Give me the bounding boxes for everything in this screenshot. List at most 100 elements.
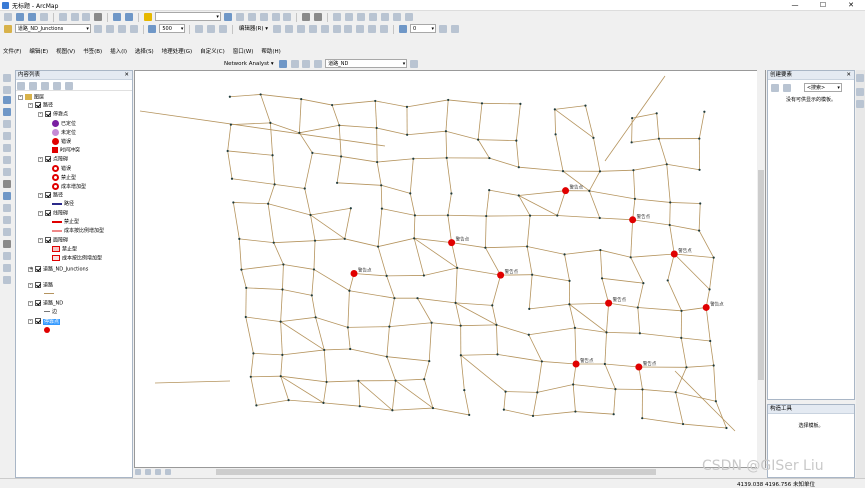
data-view-icon[interactable]	[135, 469, 141, 475]
layers-node[interactable]: -图层	[18, 94, 44, 102]
stop-point[interactable]	[629, 216, 636, 223]
refresh-icon[interactable]	[155, 469, 161, 475]
toc-close-icon[interactable]: ✕	[124, 71, 129, 80]
georef-combo[interactable]: 0	[410, 24, 436, 33]
topology-icon[interactable]	[309, 25, 317, 33]
menu-edit[interactable]: 编辑(E)	[29, 46, 48, 58]
rotate-icon[interactable]	[369, 13, 377, 21]
map-horizontal-scrollbar[interactable]	[216, 469, 656, 475]
fixed-zoom-in-icon[interactable]	[3, 120, 11, 128]
create-close-icon[interactable]: ✕	[846, 71, 851, 80]
layer-toggle-icon[interactable]	[439, 25, 447, 33]
menu-windows[interactable]: 窗口(W)	[233, 46, 254, 58]
junctions-node[interactable]: +道路_ND_Junctions	[28, 266, 88, 274]
na-select-icon[interactable]	[302, 60, 310, 68]
route-tool-icon[interactable]	[3, 252, 11, 260]
python-icon[interactable]	[283, 13, 291, 21]
full-extent-icon[interactable]	[3, 108, 11, 116]
close-button[interactable]: ✕	[837, 0, 865, 11]
list-by-visibility-icon[interactable]	[41, 82, 49, 90]
redo-icon[interactable]	[125, 13, 133, 21]
menu-view[interactable]: 视图(V)	[56, 46, 75, 58]
map-view[interactable]: 警告点警告点警告点警告点警告点警告点警告点警告点警告点警告点	[134, 70, 766, 468]
stop-point[interactable]	[497, 272, 504, 279]
stop-point[interactable]	[703, 304, 710, 311]
select-icon[interactable]	[333, 25, 341, 33]
time-slider-icon[interactable]	[3, 264, 11, 272]
create-features-icon[interactable]	[405, 13, 413, 21]
snap-combo[interactable]: 500	[159, 24, 185, 33]
print-icon[interactable]	[40, 13, 48, 21]
maximize-button[interactable]: ☐	[809, 0, 837, 11]
editor-menu[interactable]: 编辑器(R) ▾	[239, 23, 268, 35]
menu-selection[interactable]: 选择(S)	[135, 46, 154, 58]
menu-file[interactable]: 文件(F)	[3, 46, 21, 58]
scale-combo[interactable]	[155, 12, 221, 21]
filter-icon[interactable]	[783, 84, 791, 92]
arctoolbox-icon[interactable]	[272, 13, 280, 21]
template-search[interactable]: <搜索>	[804, 83, 842, 92]
cut-polygon-icon[interactable]	[297, 25, 305, 33]
hyperlink-tool-icon[interactable]	[3, 204, 11, 212]
minimize-button[interactable]: —	[781, 0, 809, 11]
stop-point[interactable]	[448, 239, 455, 246]
new-icon[interactable]	[4, 13, 12, 21]
line-barriers-node[interactable]: -线障碍	[38, 210, 68, 218]
routes-node[interactable]: -路径	[38, 192, 63, 200]
nd-node[interactable]: -道路_ND	[28, 300, 63, 308]
identify-icon[interactable]	[344, 25, 352, 33]
transparency-icon[interactable]	[451, 25, 459, 33]
layout-view-icon[interactable]	[145, 469, 151, 475]
editor-toolbar-icon[interactable]	[224, 13, 232, 21]
point-barriers-node[interactable]: -点障碍	[38, 156, 68, 164]
binoculars-icon[interactable]	[3, 240, 11, 248]
stop-point[interactable]	[671, 250, 678, 257]
organize-templates-icon[interactable]	[771, 84, 779, 92]
georef-icon[interactable]	[399, 25, 407, 33]
save-icon[interactable]	[28, 13, 36, 21]
dock-tab-search-icon[interactable]	[856, 88, 864, 96]
dock-tab-toolbox-icon[interactable]	[856, 100, 864, 108]
measure-tool-icon[interactable]	[3, 216, 11, 224]
na-location-icon[interactable]	[291, 60, 299, 68]
list-by-drawing-order-icon[interactable]	[17, 82, 25, 90]
polygon-barriers-node[interactable]: -面障碍	[38, 237, 68, 245]
dock-tab-catalog-icon[interactable]	[856, 74, 864, 82]
edit-tool-icon[interactable]	[302, 13, 310, 21]
copy-icon[interactable]	[71, 13, 79, 21]
split-icon[interactable]	[357, 13, 365, 21]
go-back-icon[interactable]	[3, 144, 11, 152]
stop-point[interactable]	[351, 270, 358, 277]
stop-point[interactable]	[635, 364, 642, 371]
menu-customize[interactable]: 自定义(C)	[200, 46, 225, 58]
zoom-in-fixed-icon[interactable]	[94, 25, 102, 33]
trace-icon[interactable]	[345, 13, 353, 21]
na-directions-icon[interactable]	[410, 60, 418, 68]
forward-icon[interactable]	[130, 25, 138, 33]
sketch-props-icon[interactable]	[393, 13, 401, 21]
network-layer-combo[interactable]: 道路_ND	[325, 59, 407, 68]
route-node[interactable]: -路径	[28, 102, 53, 110]
straight-segment-icon[interactable]	[333, 13, 341, 21]
delete-icon[interactable]	[94, 13, 102, 21]
stop-point[interactable]	[605, 300, 612, 307]
list-by-source-icon[interactable]	[29, 82, 37, 90]
stop-point[interactable]	[562, 187, 569, 194]
road-network-map[interactable]: 警告点警告点警告点警告点警告点警告点警告点警告点警告点警告点	[135, 71, 767, 469]
globe-icon[interactable]	[148, 25, 156, 33]
select-features-icon[interactable]	[3, 168, 11, 176]
search-window-icon[interactable]	[260, 13, 268, 21]
fixed-zoom-out-icon[interactable]	[3, 132, 11, 140]
zoom-out-fixed-icon[interactable]	[106, 25, 114, 33]
stop-layer-node[interactable]: -停靠点	[28, 318, 60, 326]
zoom-out-icon[interactable]	[3, 86, 11, 94]
pencil-icon[interactable]	[314, 13, 322, 21]
add-data-icon[interactable]	[144, 13, 152, 21]
edit-vertices-icon[interactable]	[273, 25, 281, 33]
grid-icon[interactable]	[207, 25, 215, 33]
measure-icon[interactable]	[321, 25, 329, 33]
go-forward-icon[interactable]	[3, 156, 11, 164]
list-by-selection-icon[interactable]	[53, 82, 61, 90]
catalog-icon[interactable]	[248, 13, 256, 21]
menu-bookmarks[interactable]: 书签(B)	[83, 46, 102, 58]
